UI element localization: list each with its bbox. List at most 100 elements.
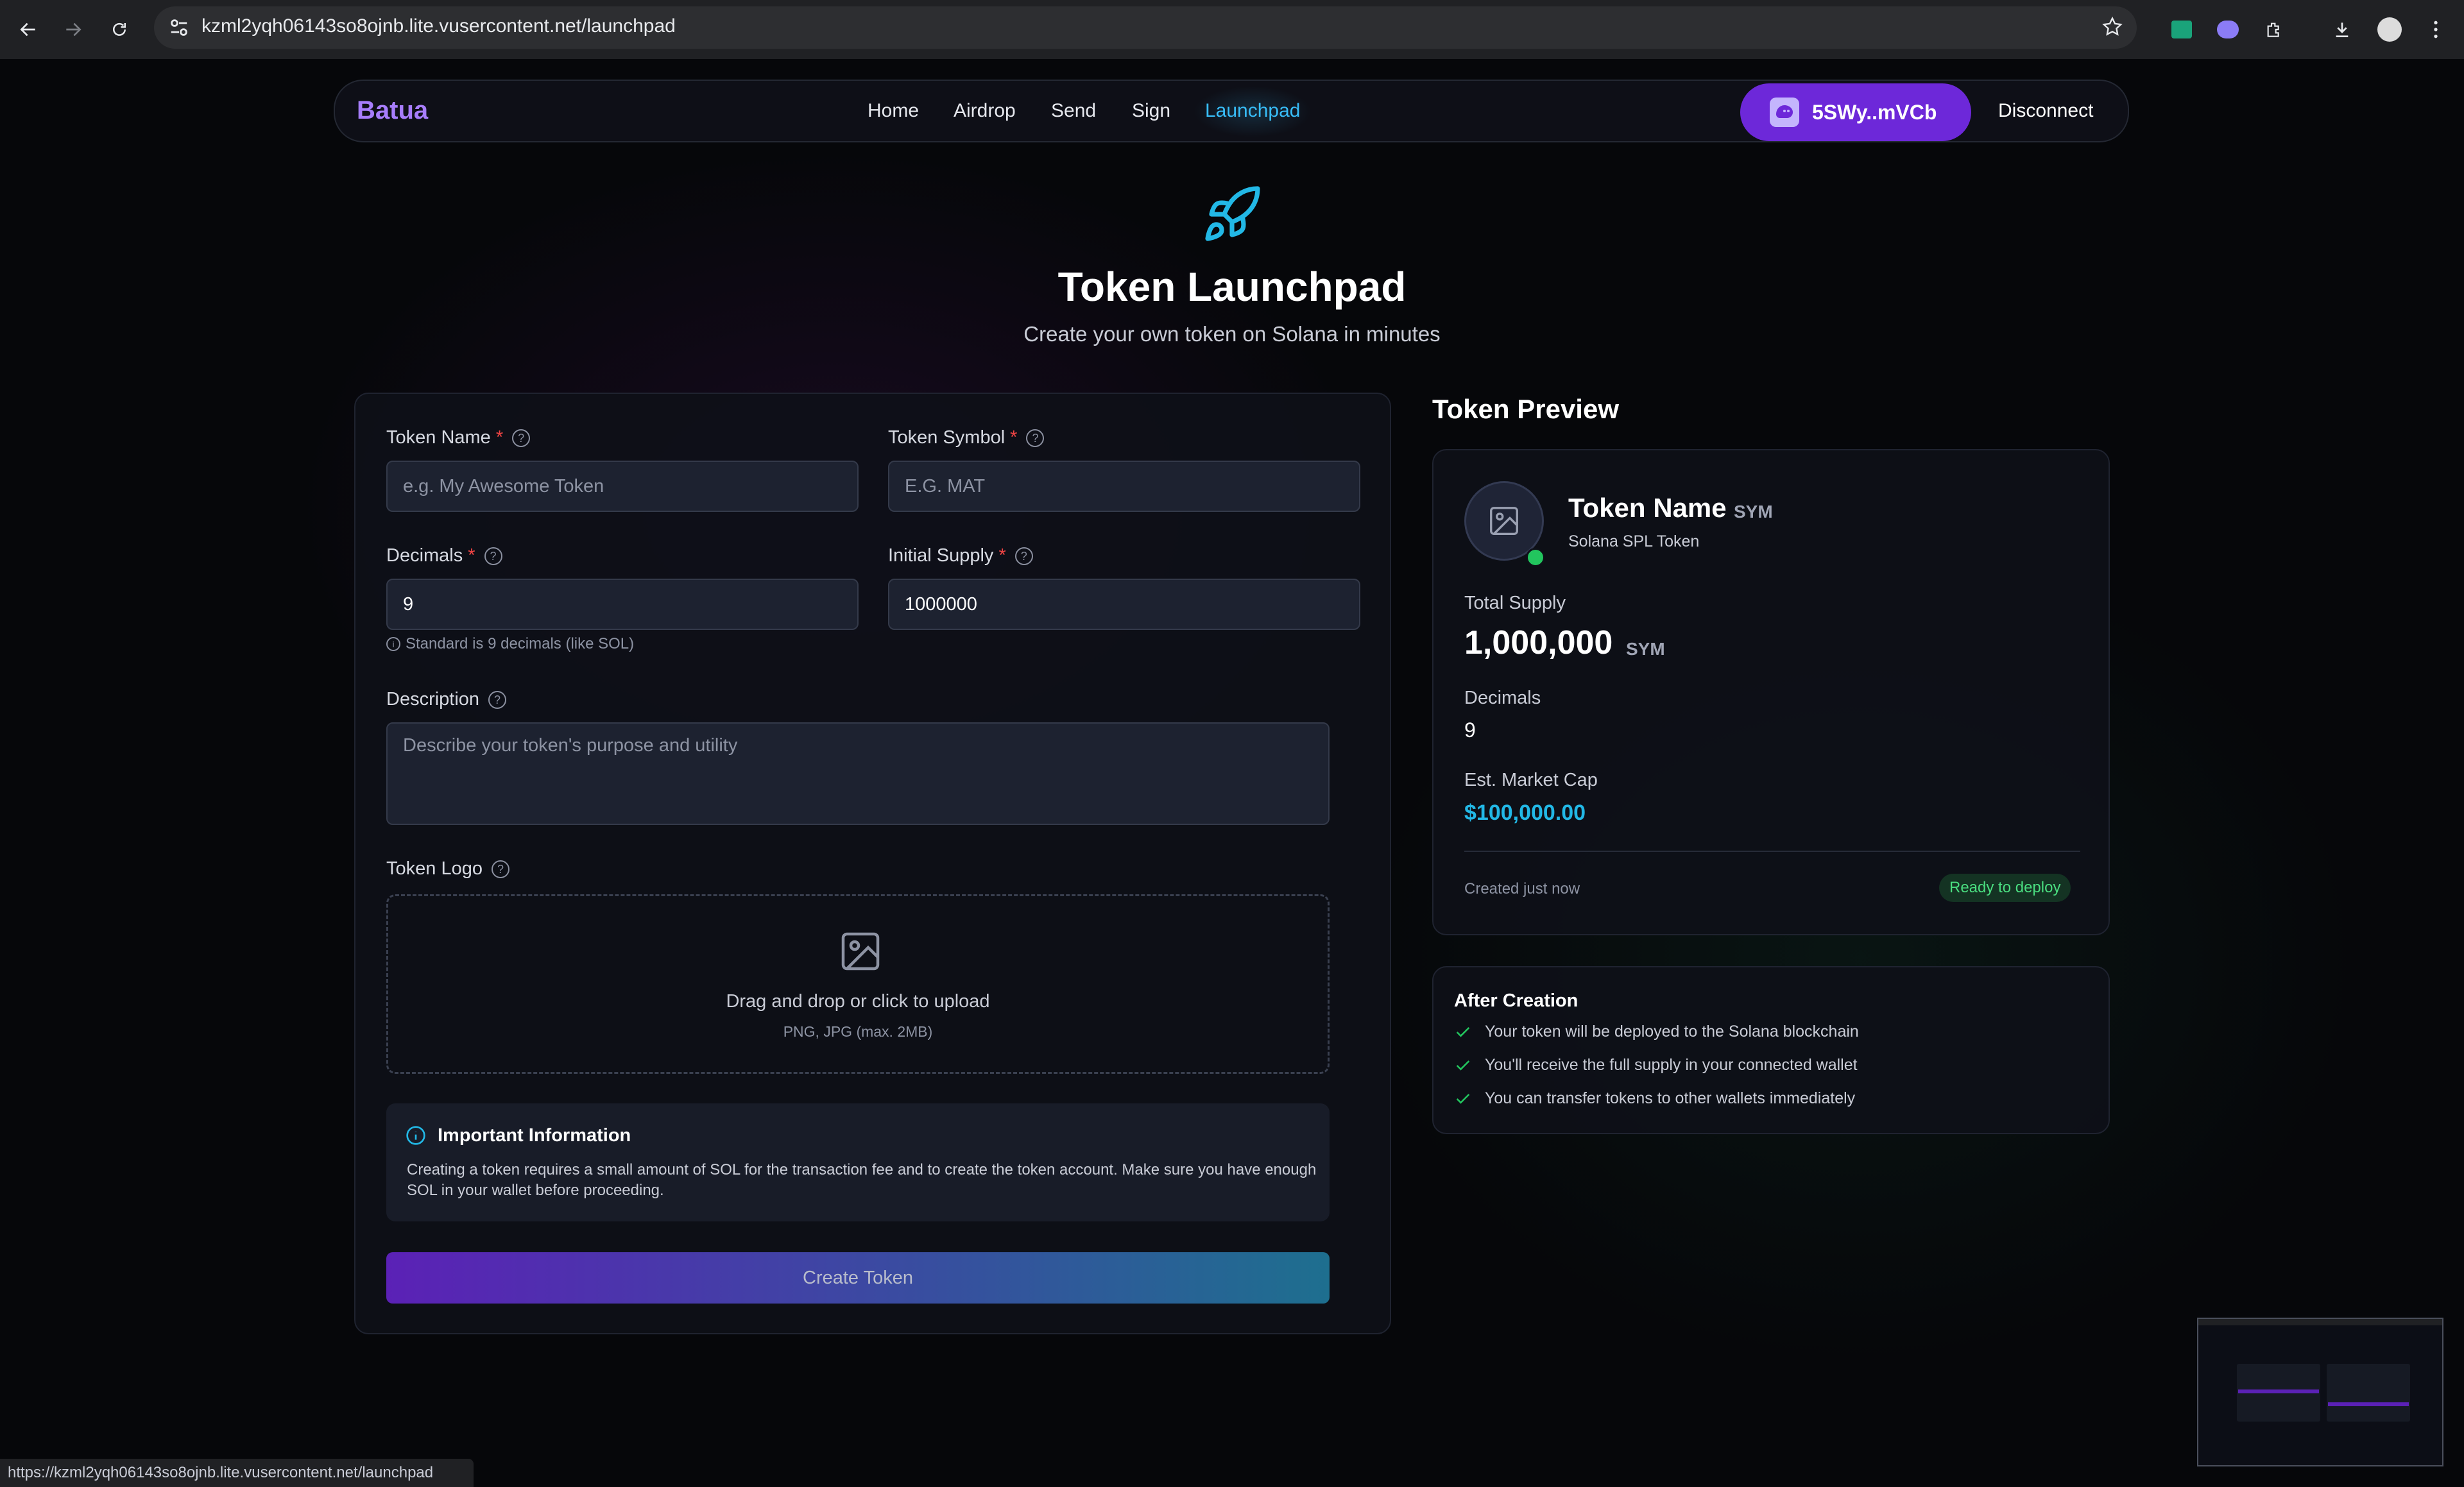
help-icon[interactable]: ? [488,690,507,709]
decimals-value: 9 [403,593,414,615]
nav-send[interactable]: Send [1051,100,1096,122]
window-thumbnail[interactable] [2197,1318,2443,1466]
phantom-icon [1770,98,1799,127]
preview-token-symbol: SYM [1734,502,1773,522]
browser-toolbar: kzml2yqh06143so8ojnb.lite.vusercontent.n… [0,0,2464,59]
extension-phantom-icon[interactable] [2212,14,2243,45]
bookmark-star-icon[interactable] [2101,15,2124,42]
description-label-text: Description [386,689,480,710]
total-supply-label: Total Supply [1464,593,1566,613]
back-icon[interactable] [13,14,44,45]
initial-supply-value: 1000000 [905,593,977,615]
nav-sign[interactable]: Sign [1132,100,1170,122]
reload-icon[interactable] [104,14,135,45]
decimals-preview-value: 9 [1464,718,1476,742]
help-icon[interactable]: ? [484,547,502,565]
list-item: You can transfer tokens to other wallets… [1454,1089,1855,1108]
required-mark: * [495,427,504,448]
help-icon[interactable]: ? [1026,429,1045,447]
divider [1464,851,2080,852]
market-cap-value: $100,000.00 [1464,801,1586,825]
image-icon [837,928,884,974]
list-item: Your token will be deployed to the Solan… [1454,1023,1859,1041]
initial-supply-input[interactable]: 1000000 [888,579,1360,630]
required-mark: * [468,545,475,566]
required-mark: * [1010,427,1018,448]
token-symbol-label: Token Symbol * ? [888,427,1045,448]
after-creation-card: After Creation Your token will be deploy… [1432,966,2110,1134]
description-textarea[interactable]: Describe your token's purpose and utilit… [386,722,1330,825]
brand-logo[interactable]: Batua [357,96,428,125]
link-status-bar: https://kzml2yqh06143so8ojnb.lite.vuserc… [0,1459,474,1487]
check-icon [1456,1060,1470,1071]
important-info-box: Important Information Creating a token r… [386,1103,1330,1221]
info-text: Creating a token requires a small amount… [407,1161,1317,1199]
rocket-icon [1201,183,1263,245]
decimals-preview-label: Decimals [1464,688,1541,708]
profile-avatar[interactable] [2374,14,2405,45]
check-icon [1456,1093,1470,1104]
initial-supply-label: Initial Supply * ? [888,545,1033,566]
extension-mail-icon[interactable] [2166,14,2197,45]
token-form-card: Token Name * ? e.g. My Awesome Token Tok… [354,393,1391,1334]
preview-heading: Token Preview [1432,394,1620,424]
page-subtitle: Create your own token on Solana in minut… [1023,322,1441,346]
list-item-text: You'll receive the full supply in your c… [1485,1056,1858,1074]
token-name-input[interactable]: e.g. My Awesome Token [386,461,859,512]
site-settings-icon[interactable] [166,14,193,41]
token-symbol-placeholder: E.G. MAT [905,475,986,497]
wallet-button[interactable]: 5SWy..mVCb [1740,83,1971,141]
token-logo-label-text: Token Logo [386,858,483,879]
info-circle-icon [406,1125,426,1146]
logo-upload-dropzone[interactable]: Drag and drop or click to upload PNG, JP… [386,894,1330,1074]
decimals-hint: i Standard is 9 decimals (like SOL) [386,635,634,653]
token-name-label: Token Name * ? [386,427,531,448]
list-item-text: You can transfer tokens to other wallets… [1485,1089,1856,1107]
nav-home[interactable]: Home [868,100,919,122]
image-icon [1490,507,1518,535]
token-symbol-input[interactable]: E.G. MAT [888,461,1360,512]
upload-text: Drag and drop or click to upload [726,991,990,1012]
disconnect-button[interactable]: Disconnect [1998,100,2093,122]
page-title: Token Launchpad [1057,264,1407,310]
status-badge: Ready to deploy [1939,874,2071,902]
decimals-input[interactable]: 9 [386,579,859,630]
upload-subtext: PNG, JPG (max. 2MB) [783,1023,933,1040]
address-bar[interactable]: kzml2yqh06143so8ojnb.lite.vusercontent.n… [154,6,2137,49]
navbar: Batua Home Airdrop Send Sign Launchpad 5… [334,80,2129,142]
token-preview-card: Token Name SYM Solana SPL Token Total Su… [1432,449,2110,935]
menu-dots-icon[interactable] [2420,14,2451,45]
initial-supply-label-text: Initial Supply [888,545,994,566]
created-time: Created just now [1464,880,1580,897]
list-item-text: Your token will be deployed to the Solan… [1485,1023,1859,1041]
description-placeholder: Describe your token's purpose and utilit… [403,735,738,756]
preview-token-type: Solana SPL Token [1568,532,1700,550]
info-small-icon: i [386,637,400,651]
decimals-label: Decimals * ? [386,545,502,566]
help-icon[interactable]: ? [1014,547,1033,565]
token-logo-label: Token Logo ? [386,858,509,879]
token-symbol-label-text: Token Symbol [888,427,1005,448]
wallet-address: 5SWy..mVCb [1812,100,1937,124]
nav-airdrop[interactable]: Airdrop [954,100,1016,122]
url-text: kzml2yqh06143so8ojnb.lite.vusercontent.n… [201,15,676,37]
extensions-icon[interactable] [2259,14,2289,45]
download-icon[interactable] [2327,14,2357,45]
description-label: Description ? [386,689,507,710]
help-icon[interactable]: ? [512,429,531,447]
total-supply-value: 1,000,000 [1464,624,1613,661]
decimals-hint-text: Standard is 9 decimals (like SOL) [406,635,635,652]
check-icon [1456,1026,1470,1037]
nav-launchpad[interactable]: Launchpad [1205,100,1300,122]
after-creation-title: After Creation [1454,990,1579,1011]
market-cap-label: Est. Market Cap [1464,770,1598,790]
total-supply-symbol: SYM [1626,639,1665,659]
required-mark: * [998,545,1006,566]
create-token-button[interactable]: Create Token [386,1252,1330,1304]
token-name-placeholder: e.g. My Awesome Token [403,475,604,497]
help-icon[interactable]: ? [491,860,509,878]
status-dot [1526,548,1545,567]
preview-token-name: Token Name [1568,493,1727,523]
token-name-label-text: Token Name [386,427,491,448]
forward-icon[interactable] [58,14,89,45]
